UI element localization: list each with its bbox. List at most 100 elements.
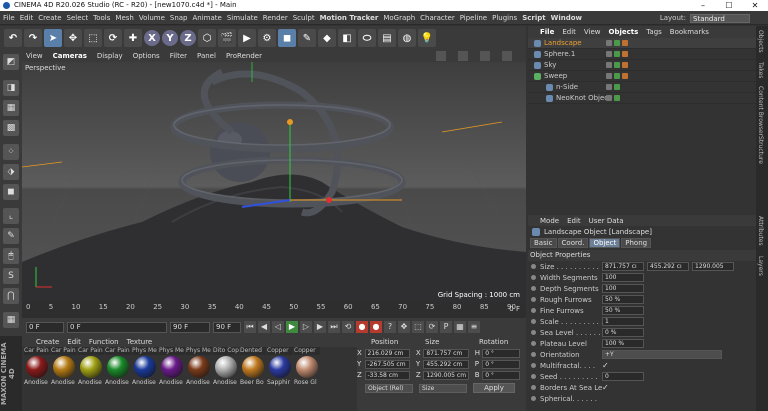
pla-key-icon[interactable]: ▦ — [454, 321, 466, 333]
x-axis-lock[interactable]: X — [144, 30, 160, 46]
visibility-toggle[interactable] — [606, 51, 612, 57]
record-keys-icon[interactable]: ● — [356, 321, 368, 333]
object-menu-view[interactable]: View — [584, 28, 601, 36]
mouse-icon[interactable]: 🖱 — [3, 248, 19, 264]
visibility-toggle[interactable] — [606, 84, 612, 90]
tag-icon[interactable] — [622, 84, 628, 90]
enabled-check[interactable] — [614, 62, 620, 68]
close-button[interactable]: ✕ — [742, 0, 768, 11]
visibility-toggle[interactable] — [606, 95, 612, 101]
autokey-icon[interactable]: ● — [370, 321, 382, 333]
magnet-icon[interactable]: ⋂ — [3, 288, 19, 304]
size-mode-dropdown[interactable]: Size — [419, 383, 467, 393]
object-menu-tags[interactable]: Tags — [646, 28, 662, 36]
viewport-menu-cameras[interactable]: Cameras — [53, 52, 87, 60]
rotate-icon[interactable]: ⟳ — [104, 29, 122, 47]
keyframe-selection-icon[interactable]: ? — [384, 321, 396, 333]
animation-dot-icon[interactable] — [531, 330, 536, 335]
move-key-icon[interactable]: ✥ — [398, 321, 410, 333]
animation-dot-icon[interactable] — [531, 308, 536, 313]
object-menu-bookmarks[interactable]: Bookmarks — [670, 28, 709, 36]
coordinate-system-icon[interactable]: ⬡ — [198, 29, 216, 47]
viewport-menu-options[interactable]: Options — [133, 52, 160, 60]
object-row[interactable]: Sweep — [528, 71, 756, 82]
tag-icon[interactable] — [622, 95, 628, 101]
menu-mesh[interactable]: Mesh — [115, 14, 133, 22]
property-value-field[interactable]: 455.292 cı — [647, 262, 689, 271]
viewport-menu-view[interactable]: View — [26, 52, 43, 60]
object-menu-objects[interactable]: Objects — [609, 28, 639, 36]
property-value-field[interactable]: 1290.005 — [692, 262, 734, 271]
3d-viewport[interactable]: Perspective Grid Spacing : 1000 cm — [22, 62, 526, 302]
layout-selector[interactable]: Layout: Standard — [660, 13, 750, 23]
object-row[interactable]: Sphere.1 — [528, 49, 756, 60]
max-frame-field[interactable]: 90 F — [213, 321, 241, 333]
menu-window[interactable]: Window — [551, 14, 582, 22]
menu-tools[interactable]: Tools — [93, 14, 110, 22]
prev-key-icon[interactable]: ◀ — [258, 321, 270, 333]
coord-mode-dropdown[interactable]: Object (Rel) — [365, 383, 413, 393]
material-swatch[interactable]: Phys Me Anodise — [186, 347, 212, 387]
scene-icon[interactable]: ▤ — [378, 29, 396, 47]
side-tab-content-browser[interactable]: Content Browser — [757, 86, 764, 136]
animation-dot-icon[interactable] — [531, 341, 536, 346]
animation-dot-icon[interactable] — [531, 286, 536, 291]
menu-motion-tracker[interactable]: Motion Tracker — [320, 14, 379, 22]
go-to-end-icon[interactable]: ⏭ — [328, 321, 340, 333]
menu-mograph[interactable]: MoGraph — [383, 14, 415, 22]
object-menu-file[interactable]: File — [540, 28, 554, 36]
attribute-menu-edit[interactable]: Edit — [567, 217, 581, 225]
side-tab-structure[interactable]: Structure — [757, 136, 764, 164]
menu-character[interactable]: Character — [420, 14, 455, 22]
move-view-icon[interactable] — [436, 51, 446, 61]
current-frame-field[interactable]: 0 F — [67, 321, 167, 333]
next-frame-icon[interactable]: ▷ — [300, 321, 312, 333]
menu-animate[interactable]: Animate — [193, 14, 222, 22]
render-settings-icon[interactable]: ⚙ — [258, 29, 276, 47]
side-tab-layers[interactable]: Layers — [757, 256, 764, 276]
undo-icon[interactable]: ↶ — [4, 29, 22, 47]
recent-tools-icon[interactable]: ✚ — [124, 29, 142, 47]
material-swatch[interactable]: Car Pain Anodise — [51, 347, 77, 387]
make-editable-icon[interactable]: ◩ — [3, 54, 19, 70]
material-menu-create[interactable]: Create — [36, 338, 59, 346]
material-swatch[interactable]: Copper Rose Gl — [294, 347, 320, 387]
material-swatch[interactable]: Copper Sapphir — [267, 347, 293, 387]
menu-pipeline[interactable]: Pipeline — [460, 14, 487, 22]
side-tab-attributes[interactable]: Attributes — [757, 216, 764, 246]
position-y-field[interactable]: -267.505 cm — [364, 359, 410, 369]
layout-dropdown[interactable]: Standard — [690, 13, 750, 23]
zoom-view-icon[interactable] — [458, 51, 468, 61]
object-name[interactable]: Landscape — [544, 39, 604, 47]
side-tab-takes[interactable]: Takes — [757, 62, 764, 78]
rotation-p-field[interactable]: 0 ° — [482, 359, 521, 369]
object-row[interactable]: NeoKnot Object — [528, 93, 756, 104]
attribute-menu-user-data[interactable]: User Data — [589, 217, 624, 225]
next-key-icon[interactable]: ▶ — [314, 321, 326, 333]
tag-icon[interactable] — [622, 40, 628, 46]
render-view-icon[interactable]: 🎬 — [218, 29, 236, 47]
timeline-menu-icon[interactable]: ≡ — [468, 321, 480, 333]
material-swatch[interactable]: Car Pain Anodise — [78, 347, 104, 387]
menu-render[interactable]: Render — [263, 14, 288, 22]
visibility-toggle[interactable] — [606, 40, 612, 46]
tab-coord[interactable]: Coord. — [557, 238, 589, 248]
animation-dot-icon[interactable] — [531, 363, 536, 368]
tag-icon[interactable] — [622, 73, 628, 79]
workplane-icon[interactable]: ▩ — [3, 120, 19, 136]
property-value-field[interactable]: 0 — [602, 372, 644, 381]
enabled-check[interactable] — [614, 73, 620, 79]
enabled-check[interactable] — [614, 51, 620, 57]
visibility-toggle[interactable] — [606, 73, 612, 79]
menu-sculpt[interactable]: Sculpt — [293, 14, 315, 22]
material-swatch[interactable]: Car Pain Anodise — [105, 347, 131, 387]
animation-dot-icon[interactable] — [531, 275, 536, 280]
position-x-field[interactable]: 216.029 cm — [364, 348, 410, 358]
size-y-field[interactable]: 455.292 cm — [423, 359, 469, 369]
y-axis-lock[interactable]: Y — [162, 30, 178, 46]
texture-mode-icon[interactable]: ▦ — [3, 100, 19, 116]
rotation-h-field[interactable]: 0 ° — [482, 348, 521, 358]
redo-icon[interactable]: ↷ — [24, 29, 42, 47]
polygons-mode-icon[interactable]: ◼ — [3, 184, 19, 200]
menu-simulate[interactable]: Simulate — [227, 14, 258, 22]
